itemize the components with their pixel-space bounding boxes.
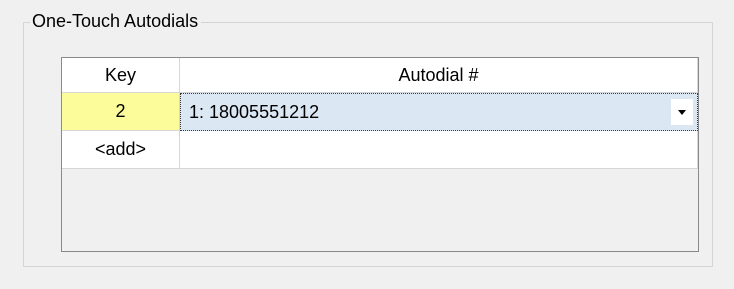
chevron-down-icon	[678, 109, 686, 115]
table-row[interactable]: 2 1: 18005551212	[62, 93, 698, 131]
column-header-autodial[interactable]: Autodial #	[180, 58, 698, 93]
autodial-cell[interactable]	[180, 131, 698, 169]
add-row-cell[interactable]: <add>	[62, 131, 180, 169]
autodials-grid[interactable]: Key Autodial # 2 1: 18005551212 <add>	[61, 57, 699, 252]
autodial-combobox[interactable]: 1: 18005551212	[180, 93, 698, 131]
dropdown-button[interactable]	[671, 99, 693, 125]
group-title: One-Touch Autodials	[30, 9, 202, 33]
column-header-key[interactable]: Key	[62, 58, 180, 93]
autodial-value: 1: 18005551212	[189, 102, 320, 122]
table-row[interactable]: <add>	[62, 131, 698, 169]
key-cell[interactable]: 2	[62, 93, 180, 131]
grid-header-row: Key Autodial #	[62, 58, 698, 93]
